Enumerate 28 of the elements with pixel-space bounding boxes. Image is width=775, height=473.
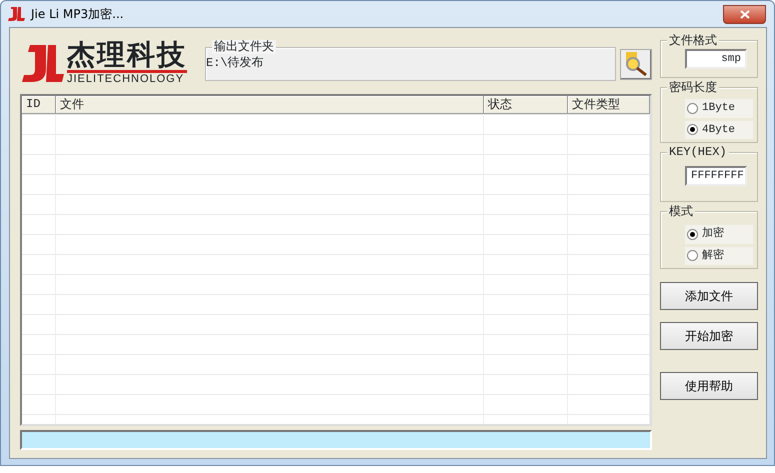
group-label: 输出文件夹 — [212, 40, 276, 54]
close-icon — [740, 10, 750, 18]
radio-option[interactable]: 4Byte — [685, 120, 753, 139]
app-logo-icon — [7, 6, 25, 22]
action-button[interactable]: 添加文件 — [660, 282, 758, 310]
browse-button[interactable] — [620, 48, 652, 80]
group-label: 模式 — [667, 204, 695, 218]
column-header[interactable]: ID — [22, 96, 56, 113]
column-header[interactable]: 状态 — [484, 96, 568, 113]
magnifier-icon — [623, 51, 649, 77]
key-field[interactable]: FFFFFFFF — [685, 166, 747, 186]
logo-subtitle: JIELITECHNOLOGY — [67, 73, 186, 87]
logo-mark-icon — [20, 43, 64, 85]
folder-path: E:\待发布 — [206, 56, 265, 70]
action-button[interactable]: 使用帮助 — [660, 372, 758, 400]
group-label: KEY(HEX) — [667, 145, 729, 159]
window-title: Jie Li MP3加密... — [31, 6, 124, 23]
format-field[interactable]: smp — [685, 49, 747, 69]
action-button[interactable]: 开始加密 — [660, 322, 758, 350]
group-label: 密码长度 — [667, 80, 719, 94]
close-button[interactable] — [723, 4, 766, 24]
group-label: 文件格式 — [667, 33, 719, 47]
column-header[interactable]: 文件类型 — [568, 96, 650, 113]
logo-text: 杰理科技 — [67, 41, 187, 74]
radio-option[interactable]: 解密 — [685, 246, 753, 265]
column-header[interactable]: 文件 — [56, 96, 484, 113]
radio-option[interactable]: 加密 — [685, 225, 753, 244]
radio-option[interactable]: 1Byte — [685, 99, 753, 118]
